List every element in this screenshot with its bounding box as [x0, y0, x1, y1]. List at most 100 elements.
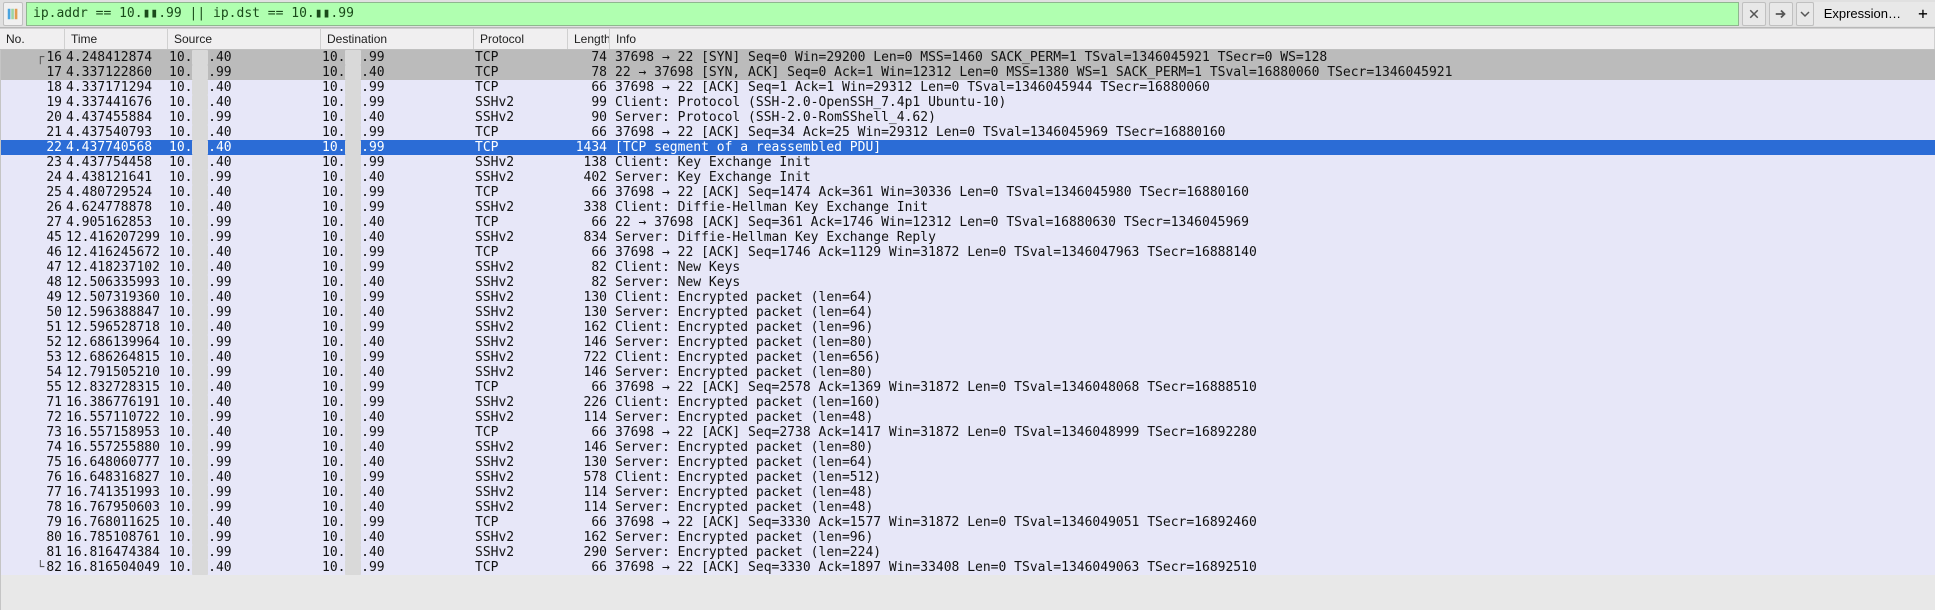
cell-no: 21 [1, 125, 66, 140]
packet-row[interactable]: 194.33744167610.▮▮.4010.▮▮.99SSHv299Clie… [1, 95, 1935, 110]
cell-protocol: TCP [475, 185, 569, 200]
cell-time: 12.686264815 [66, 350, 169, 365]
cell-no: 24 [1, 170, 66, 185]
packet-row[interactable]: └8216.81650404910.▮▮.4010.▮▮.99TCP663769… [1, 560, 1935, 575]
column-header-source[interactable]: Source [168, 29, 321, 49]
packet-row[interactable]: ┌164.24841287410.▮▮.4010.▮▮.99TCP7437698… [1, 50, 1935, 65]
column-header-info[interactable]: Info [610, 29, 1935, 49]
add-filter-button[interactable]: + [1911, 2, 1935, 26]
cell-info: Server: Encrypted packet (len=48) [611, 485, 1935, 500]
cell-info: Server: Encrypted packet (len=48) [611, 410, 1935, 425]
packet-row[interactable]: 7416.55725588010.▮▮.9910.▮▮.40SSHv2146Se… [1, 440, 1935, 455]
column-header-length[interactable]: Length [568, 29, 610, 49]
packet-row[interactable]: 224.43774056810.▮▮.4010.▮▮.99TCP1434[TCP… [1, 140, 1935, 155]
cell-source: 10.▮▮.99 [169, 545, 322, 560]
display-filter-input[interactable] [26, 2, 1739, 26]
cell-time: 16.386776191 [66, 395, 169, 410]
packet-row[interactable]: 7816.76795060310.▮▮.9910.▮▮.40SSHv2114Se… [1, 500, 1935, 515]
packet-row[interactable]: 7216.55711072210.▮▮.9910.▮▮.40SSHv2114Se… [1, 410, 1935, 425]
packet-row[interactable]: 7516.64806077710.▮▮.9910.▮▮.40SSHv2130Se… [1, 455, 1935, 470]
cell-destination: 10.▮▮.99 [322, 50, 475, 65]
packet-list[interactable]: ┌164.24841287410.▮▮.4010.▮▮.99TCP7437698… [0, 50, 1935, 610]
cell-time: 4.438121641 [66, 170, 169, 185]
packet-row[interactable]: 5212.68613996410.▮▮.9910.▮▮.40SSHv2146Se… [1, 335, 1935, 350]
packet-row[interactable]: 7316.55715895310.▮▮.4010.▮▮.99TCP6637698… [1, 425, 1935, 440]
cell-length: 1434 [569, 140, 611, 155]
cell-length: 66 [569, 380, 611, 395]
cell-time: 4.437754458 [66, 155, 169, 170]
cell-length: 99 [569, 95, 611, 110]
filter-bookmark-button[interactable] [3, 2, 23, 26]
packet-row[interactable]: 8116.81647438410.▮▮.9910.▮▮.40SSHv2290Se… [1, 545, 1935, 560]
cell-protocol: SSHv2 [475, 275, 569, 290]
packet-row[interactable]: 4512.41620729910.▮▮.9910.▮▮.40SSHv2834Se… [1, 230, 1935, 245]
cell-protocol: SSHv2 [475, 395, 569, 410]
packet-row[interactable]: 214.43754079310.▮▮.4010.▮▮.99TCP6637698 … [1, 125, 1935, 140]
cell-length: 82 [569, 275, 611, 290]
cell-destination: 10.▮▮.99 [322, 515, 475, 530]
filter-history-dropdown[interactable] [1796, 2, 1814, 26]
cell-no: 51 [1, 320, 66, 335]
filter-clear-button[interactable] [1742, 2, 1766, 26]
cell-source: 10.▮▮.99 [169, 110, 322, 125]
cell-time: 12.507319360 [66, 290, 169, 305]
packet-row[interactable]: 254.48072952410.▮▮.4010.▮▮.99TCP6637698 … [1, 185, 1935, 200]
cell-source: 10.▮▮.40 [169, 245, 322, 260]
cell-no: 48 [1, 275, 66, 290]
cell-destination: 10.▮▮.40 [322, 305, 475, 320]
cell-time: 4.480729524 [66, 185, 169, 200]
filter-apply-button[interactable] [1769, 2, 1793, 26]
packet-row[interactable]: 5312.68626481510.▮▮.4010.▮▮.99SSHv2722Cl… [1, 350, 1935, 365]
packet-row[interactable]: 7116.38677619110.▮▮.4010.▮▮.99SSHv2226Cl… [1, 395, 1935, 410]
packet-row[interactable]: 204.43745588410.▮▮.9910.▮▮.40SSHv290Serv… [1, 110, 1935, 125]
packet-row[interactable]: 184.33717129410.▮▮.4010.▮▮.99TCP6637698 … [1, 80, 1935, 95]
cell-time: 16.648316827 [66, 470, 169, 485]
cell-time: 4.337171294 [66, 80, 169, 95]
column-header-no[interactable]: No. [0, 29, 65, 49]
cell-destination: 10.▮▮.40 [322, 410, 475, 425]
cell-destination: 10.▮▮.99 [322, 200, 475, 215]
packet-row[interactable]: 244.43812164110.▮▮.9910.▮▮.40SSHv2402Ser… [1, 170, 1935, 185]
cell-source: 10.▮▮.99 [169, 440, 322, 455]
packet-row[interactable]: 8016.78510876110.▮▮.9910.▮▮.40SSHv2162Se… [1, 530, 1935, 545]
cell-length: 66 [569, 560, 611, 575]
column-header-protocol[interactable]: Protocol [474, 29, 568, 49]
cell-length: 114 [569, 485, 611, 500]
cell-source: 10.▮▮.99 [169, 365, 322, 380]
cell-length: 146 [569, 335, 611, 350]
packet-row[interactable]: 4912.50731936010.▮▮.4010.▮▮.99SSHv2130Cl… [1, 290, 1935, 305]
packet-row[interactable]: 7716.74135199310.▮▮.9910.▮▮.40SSHv2114Se… [1, 485, 1935, 500]
cell-length: 130 [569, 290, 611, 305]
cell-info: Client: Protocol (SSH-2.0-OpenSSH_7.4p1 … [611, 95, 1935, 110]
close-icon [1748, 8, 1760, 20]
packet-row[interactable]: 7916.76801162510.▮▮.4010.▮▮.99TCP6637698… [1, 515, 1935, 530]
packet-row[interactable]: 234.43775445810.▮▮.4010.▮▮.99SSHv2138Cli… [1, 155, 1935, 170]
packet-row[interactable]: 5512.83272831510.▮▮.4010.▮▮.99TCP6637698… [1, 380, 1935, 395]
expression-button[interactable]: Expression… [1814, 2, 1911, 26]
cell-destination: 10.▮▮.99 [322, 470, 475, 485]
cell-length: 290 [569, 545, 611, 560]
packet-row[interactable]: 4812.50633599310.▮▮.9910.▮▮.40SSHv282Ser… [1, 275, 1935, 290]
cell-protocol: SSHv2 [475, 470, 569, 485]
cell-time: 12.416207299 [66, 230, 169, 245]
packet-row[interactable]: 5012.59638884710.▮▮.9910.▮▮.40SSHv2130Se… [1, 305, 1935, 320]
packet-row[interactable]: 174.33712286010.▮▮.9910.▮▮.40TCP7822 → 3… [1, 65, 1935, 80]
packet-row[interactable]: 4712.41823710210.▮▮.4010.▮▮.99SSHv282Cli… [1, 260, 1935, 275]
packet-row[interactable]: 274.90516285310.▮▮.9910.▮▮.40TCP6622 → 3… [1, 215, 1935, 230]
cell-no: ┌16 [1, 50, 66, 65]
packet-row[interactable]: 7616.64831682710.▮▮.4010.▮▮.99SSHv2578Cl… [1, 470, 1935, 485]
cell-source: 10.▮▮.40 [169, 200, 322, 215]
cell-source: 10.▮▮.99 [169, 215, 322, 230]
cell-time: 16.741351993 [66, 485, 169, 500]
column-header-time[interactable]: Time [65, 29, 168, 49]
cell-source: 10.▮▮.40 [169, 470, 322, 485]
column-header-dest[interactable]: Destination [321, 29, 474, 49]
cell-length: 114 [569, 500, 611, 515]
packet-row[interactable]: 4612.41624567210.▮▮.4010.▮▮.99TCP6637698… [1, 245, 1935, 260]
cell-source: 10.▮▮.99 [169, 485, 322, 500]
cell-source: 10.▮▮.40 [169, 320, 322, 335]
packet-row[interactable]: 5112.59652871810.▮▮.4010.▮▮.99SSHv2162Cl… [1, 320, 1935, 335]
packet-row[interactable]: 5412.79150521010.▮▮.9910.▮▮.40SSHv2146Se… [1, 365, 1935, 380]
packet-row[interactable]: 264.62477887810.▮▮.4010.▮▮.99SSHv2338Cli… [1, 200, 1935, 215]
cell-source: 10.▮▮.40 [169, 380, 322, 395]
